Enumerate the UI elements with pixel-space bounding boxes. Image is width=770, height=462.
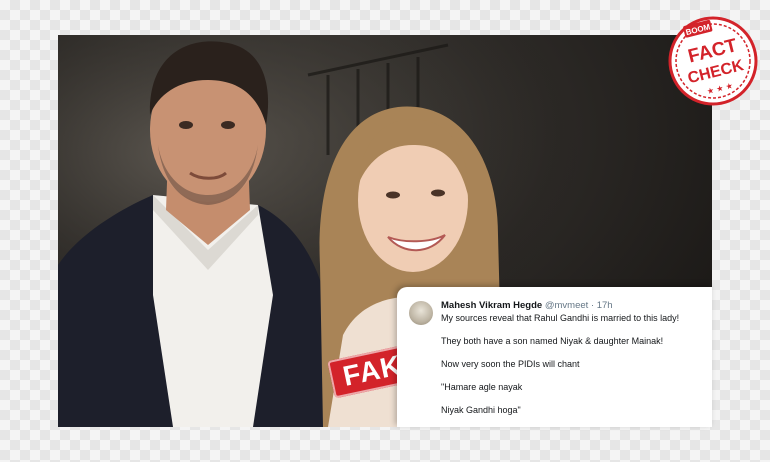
tweet-handle: @mvmeet — [544, 300, 589, 311]
tweet-line: Niyak Gandhi hoga" — [441, 405, 521, 415]
fact-check-seal-icon: BOOM FACT CHECK ★ ★ ★ — [668, 16, 758, 106]
tweet-line: They both have a son named Niyak & daugh… — [441, 336, 664, 346]
tweet-time: 17h — [596, 300, 613, 311]
tweet-line: My sources reveal that Rahul Gandhi is m… — [441, 313, 680, 323]
tweet-line: "Hamare agle nayak — [441, 382, 523, 392]
tweet-card: Mahesh Vikram Hegde @mvmeet · 17h My sou… — [397, 287, 712, 427]
tweet-author-name: Mahesh Vikram Hegde — [441, 300, 543, 311]
tweet-body: My sources reveal that Rahul Gandhi is m… — [441, 313, 705, 427]
avatar — [409, 301, 433, 325]
fact-check-badge: BOOM FACT CHECK ★ ★ ★ — [666, 12, 760, 106]
tweet-separator: · — [590, 300, 595, 311]
tweet-header: Mahesh Vikram Hegde @mvmeet · 17h — [441, 300, 613, 311]
tweet-line: Now very soon the PIDIs will chant — [441, 359, 580, 369]
